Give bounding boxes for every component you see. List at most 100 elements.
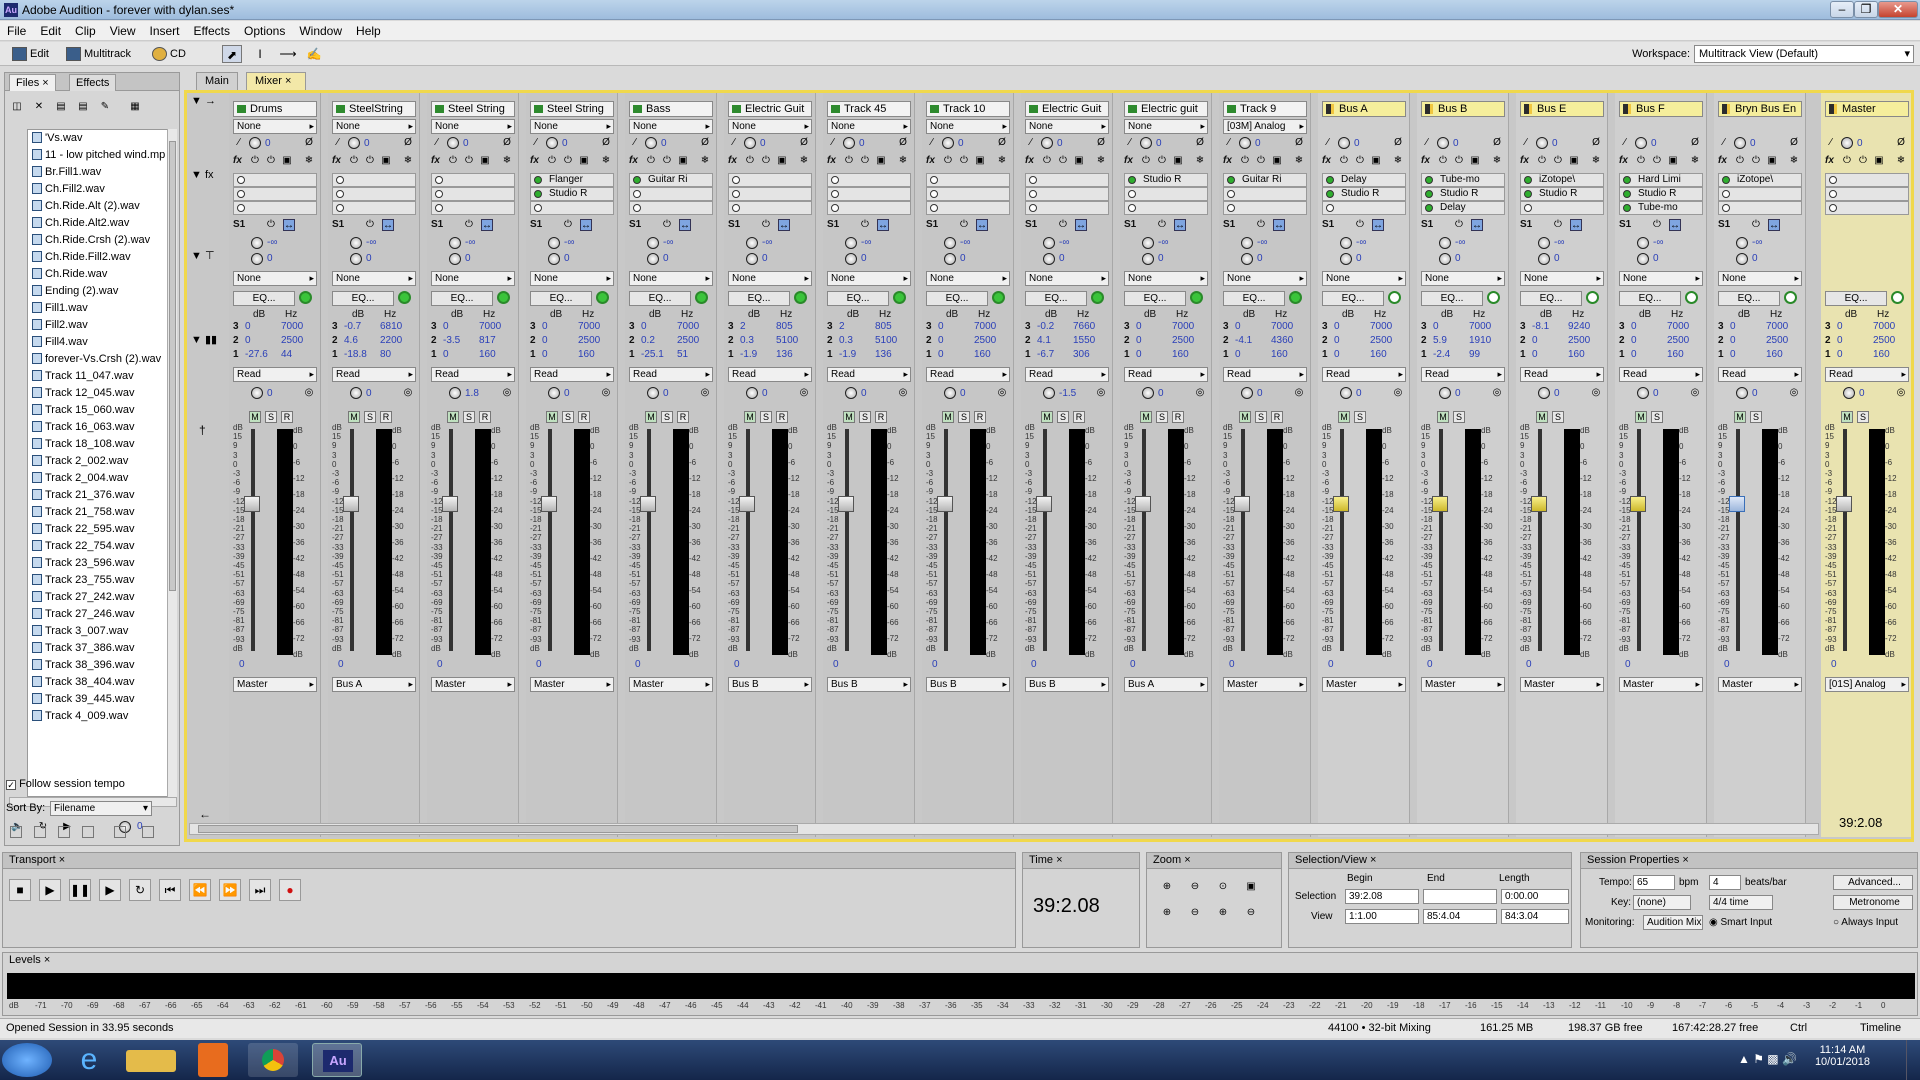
fx-power-icon[interactable]: ⏻ — [744, 155, 756, 167]
volume-fader[interactable] — [541, 495, 557, 512]
fx-slot-power-icon[interactable] — [633, 190, 641, 198]
automation-mode-select[interactable]: Read — [926, 367, 1010, 382]
volume-fader[interactable] — [1432, 495, 1448, 512]
fx-slot-power-icon[interactable] — [435, 204, 443, 212]
file-list-item[interactable]: Ch.Ride.Crsh (2).wav — [28, 232, 176, 249]
send-volume-knob[interactable] — [1736, 237, 1748, 249]
send-prefader-icon[interactable]: ↔ — [1273, 219, 1285, 231]
send-power-icon[interactable]: ⏻ — [1750, 219, 1762, 231]
fx-slot[interactable] — [332, 173, 416, 187]
fx-slot[interactable] — [233, 187, 317, 201]
eq-band-freq[interactable]: 7660 — [1073, 321, 1095, 332]
mute-button[interactable]: M — [1239, 411, 1251, 423]
eq-band-gain[interactable]: 0 — [1334, 321, 1340, 332]
eq-band-freq[interactable]: 2500 — [677, 335, 699, 346]
send-volume-knob[interactable] — [1637, 237, 1649, 249]
channel-name[interactable]: Bus B — [1421, 101, 1505, 117]
eq-band-freq[interactable]: 5100 — [776, 335, 798, 346]
file-list-item[interactable]: Track 23_755.wav — [28, 572, 176, 589]
play-button[interactable]: ▶ — [39, 879, 61, 901]
send-power-icon[interactable]: ⏻ — [1651, 219, 1663, 231]
mute-button[interactable]: M — [744, 411, 756, 423]
fx-rack-icon[interactable]: ▣ — [1370, 155, 1382, 167]
fx-slot[interactable] — [728, 173, 812, 187]
stereo-link-icon[interactable]: ◎ — [1590, 387, 1602, 399]
input-select[interactable]: None — [1124, 119, 1208, 134]
scrub-tool-icon[interactable]: ✍ — [304, 45, 324, 63]
fx-slot-power-icon[interactable] — [435, 190, 443, 198]
input-knob[interactable] — [1041, 137, 1053, 149]
filter-loop-icon[interactable] — [34, 826, 46, 838]
eq-power-icon[interactable] — [1091, 291, 1104, 304]
send-bus-select[interactable]: None — [1025, 271, 1109, 286]
fx-slot[interactable] — [1223, 201, 1307, 215]
send-bus-select[interactable]: None — [1223, 271, 1307, 286]
eq-band-freq[interactable]: 2200 — [380, 335, 402, 346]
maximize-icon[interactable]: ❐ — [1854, 1, 1878, 18]
eq-button[interactable]: EQ... — [1421, 291, 1483, 306]
input-select[interactable]: None — [926, 119, 1010, 134]
fx-power-icon[interactable]: ⏻ — [447, 155, 459, 167]
file-list-item[interactable]: Ch.Fill2.wav — [28, 181, 176, 198]
close-file-icon[interactable]: ✕ — [33, 101, 45, 113]
eq-button[interactable]: EQ... — [926, 291, 988, 306]
menu-view[interactable]: View — [103, 21, 143, 38]
eq-band-gain[interactable]: 0 — [1136, 349, 1142, 360]
eq-band-freq[interactable]: 306 — [1073, 349, 1090, 360]
channel-name[interactable]: Track 9 — [1223, 101, 1307, 117]
fx-slot[interactable] — [431, 173, 515, 187]
close-icon[interactable]: × — [44, 954, 50, 966]
eq-band-freq[interactable]: 160 — [1873, 349, 1890, 360]
fx-slot-power-icon[interactable] — [633, 204, 641, 212]
fx-slot[interactable] — [1025, 187, 1109, 201]
eq-band-gain[interactable]: 5.9 — [1433, 335, 1447, 346]
eq-button[interactable]: EQ... — [728, 291, 790, 306]
eq-band-freq[interactable]: 7000 — [1370, 321, 1392, 332]
eq-band-gain[interactable]: 0.3 — [839, 335, 853, 346]
fx-slot[interactable]: iZotope\ — [1718, 173, 1802, 187]
fx-slot-power-icon[interactable] — [1524, 190, 1532, 198]
send-pan-knob[interactable] — [251, 253, 263, 265]
input-knob[interactable] — [1437, 137, 1449, 149]
fx-prefader-icon[interactable]: ⏻ — [1354, 155, 1366, 167]
eq-button[interactable]: EQ... — [1718, 291, 1780, 306]
pan-knob[interactable] — [1340, 387, 1352, 399]
fx-slot-power-icon[interactable] — [930, 190, 938, 198]
stereo-link-icon[interactable]: ◎ — [996, 387, 1008, 399]
fx-rack-icon[interactable]: ▣ — [875, 155, 887, 167]
fx-slot[interactable]: Studio R — [1322, 187, 1406, 201]
eq-power-icon[interactable] — [1487, 291, 1500, 304]
fx-slot-power-icon[interactable] — [1623, 204, 1631, 212]
menu-insert[interactable]: Insert — [143, 21, 187, 38]
eq-band-freq[interactable]: 2500 — [1370, 335, 1392, 346]
send-bus-select[interactable]: None — [1124, 271, 1208, 286]
eq-button[interactable]: EQ... — [1025, 291, 1087, 306]
fx-slot[interactable] — [926, 201, 1010, 215]
zoom-out-vertical-icon[interactable]: ⊖ — [1245, 907, 1257, 919]
stereo-link-icon[interactable]: ◎ — [1689, 387, 1701, 399]
fx-slot-power-icon[interactable] — [1128, 204, 1136, 212]
fx-slot-power-icon[interactable] — [534, 190, 542, 198]
fx-slot[interactable] — [1825, 173, 1909, 187]
automation-mode-select[interactable]: Read — [1421, 367, 1505, 382]
fx-slot[interactable]: Studio R — [1619, 187, 1703, 201]
eq-band-gain[interactable]: 0 — [1730, 335, 1736, 346]
fx-slot-power-icon[interactable] — [930, 204, 938, 212]
fx-rack-icon[interactable]: ▣ — [1568, 155, 1580, 167]
stereo-link-icon[interactable]: ◎ — [1491, 387, 1503, 399]
zoom-selection-icon[interactable]: ▣ — [1245, 881, 1257, 893]
eq-band-freq[interactable]: 6810 — [380, 321, 402, 332]
fx-slot-power-icon[interactable] — [1227, 190, 1235, 198]
eq-band-gain[interactable]: 0 — [1136, 321, 1142, 332]
filter-settings-icon[interactable] — [114, 826, 126, 838]
automation-mode-select[interactable]: Read — [1223, 367, 1307, 382]
output-select[interactable]: Master — [1619, 677, 1703, 692]
eq-band-freq[interactable]: 9240 — [1568, 321, 1590, 332]
fx-slot-power-icon[interactable] — [1425, 204, 1433, 212]
output-select[interactable]: Bus A — [332, 677, 416, 692]
file-explorer-icon[interactable] — [126, 1050, 176, 1072]
fx-slot-power-icon[interactable] — [1227, 176, 1235, 184]
output-select[interactable]: Master — [530, 677, 614, 692]
output-select[interactable]: Master — [629, 677, 713, 692]
internet-explorer-icon[interactable]: e — [64, 1043, 114, 1077]
